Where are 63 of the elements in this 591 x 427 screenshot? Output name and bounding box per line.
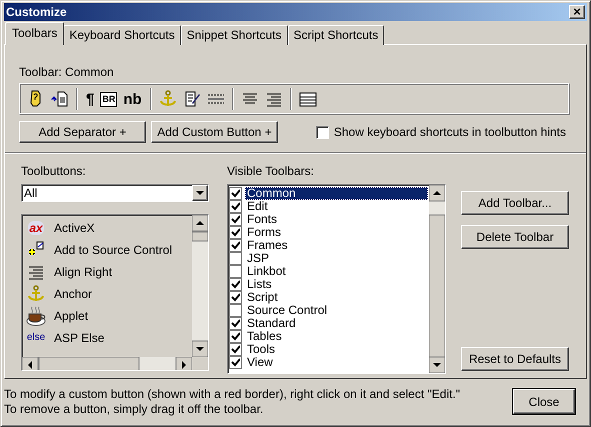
page-icon[interactable] [50,89,70,109]
tab[interactable]: Script Shortcuts [288,25,384,45]
toolbutton-item[interactable]: Align Right [25,261,192,283]
toolbar-action-button[interactable]: Add Custom Button + [151,121,278,143]
toolbar-list-item[interactable]: Forms [245,226,283,239]
toolbar-button[interactable]: Add Toolbar... [461,191,569,215]
toolbar-list-item[interactable]: Fonts [245,213,280,226]
reset-button[interactable]: Reset to Defaults [461,347,569,371]
toolbar-list-item[interactable]: Common [245,187,428,200]
checkbox[interactable] [229,317,242,330]
toolbutton-item[interactable]: Anchor [25,283,192,305]
list-label: Toolbuttons: [21,164,87,178]
line-break-icon[interactable]: BR [100,92,118,106]
tab[interactable]: Keyboard Shortcuts [63,25,181,45]
toolbar-list-item[interactable]: Tools [245,343,278,356]
window-title: Customize [6,5,67,19]
checkbox[interactable] [229,200,242,213]
list-label: Visible Toolbars: [227,164,315,178]
checkbox[interactable] [229,239,242,252]
checkbox[interactable] [229,356,242,369]
toolbar-list-item[interactable]: Standard [245,317,298,330]
tab[interactable]: Snippet Shortcuts [180,25,288,45]
toolbar-list-item[interactable]: Frames [245,239,290,252]
checkbox-label: Show keyboard shortcuts in toolbutton hints [334,125,566,139]
toolbar-action-button[interactable]: Add Separator + [19,121,146,143]
checkbox[interactable] [229,330,242,343]
toolbar-list-item[interactable]: Lists [245,278,274,291]
toolbar-list-item[interactable]: Tables [245,330,284,343]
filter-dropdown[interactable]: All [21,184,209,202]
close-button[interactable]: Close [513,389,575,414]
hint-text: To remove a button, simply drag it off the toolbar. [4,402,264,416]
toolbar-list-item[interactable]: View [245,356,275,369]
checkbox[interactable] [229,304,242,317]
cup-icon [26,306,46,326]
text-icon[interactable]: nb [121,92,144,106]
text-icon[interactable]: ¶ [84,92,96,106]
toolbar-list-item[interactable]: JSP [245,252,272,265]
anchor-icon [26,284,46,304]
toolbutton-item[interactable]: Add to Source Control [25,239,192,261]
toolbutton-item[interactable]: else ASP Else [25,327,192,349]
text-icon: else [26,333,46,343]
toolbutton-item[interactable]: Applet [25,305,192,327]
hint-text: To modify a custom button (shown with a red border), right click on it and select "Edit." [4,387,460,401]
close-button[interactable]: × [569,5,585,19]
checkbox[interactable] [229,291,242,304]
checkbox[interactable] [229,343,242,356]
activex-icon: ax [28,221,44,235]
toolbar-list-item[interactable]: Edit [245,200,270,213]
toolbar-list-item[interactable]: Source Control [245,304,330,317]
toolbar-list-item[interactable]: Script [245,291,280,304]
checkbox[interactable] [229,265,242,278]
checkbox[interactable] [229,252,242,265]
checkbox[interactable] [229,213,242,226]
checkbox[interactable] [229,278,242,291]
dropdown-arrow-icon [196,190,204,196]
toolbar-label: Toolbar: Common [19,65,114,79]
checkbox[interactable] [316,126,329,138]
toolbar-list-item[interactable]: Linkbot [245,265,288,278]
checkbox[interactable] [229,187,242,200]
toolbutton-item[interactable]: ax ActiveX [25,217,192,239]
tab[interactable]: Toolbars [5,22,64,45]
toolbar-button[interactable]: Delete Toolbar [461,225,569,249]
checkbox[interactable] [229,226,242,239]
